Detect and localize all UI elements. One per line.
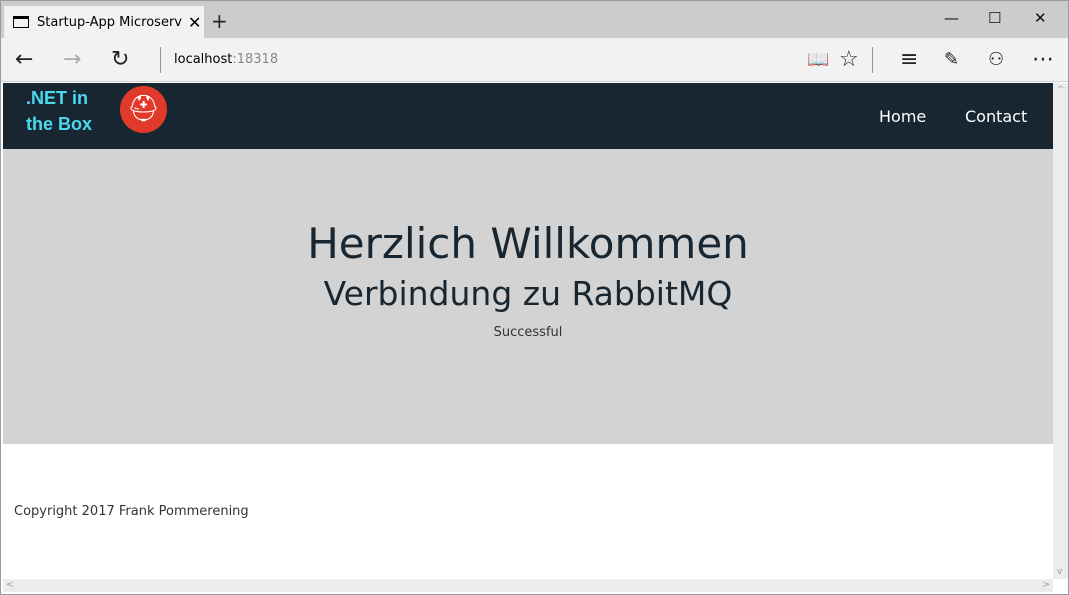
close-window-icon[interactable]: ✕ <box>1034 9 1047 27</box>
browser-window: Startup-App Microservices ✕ + — ☐ ✕ ← → … <box>0 0 1069 595</box>
refresh-icon[interactable]: ↻ <box>111 47 129 72</box>
page-icon <box>13 16 29 28</box>
horizontal-scrollbar[interactable]: < > <box>3 579 1053 592</box>
address-bar: ← → ↻ localhost:18318 📖 ☆ ≡ ✎ ⚇ ⋯ <box>1 38 1068 82</box>
site-navbar: .NET in the Box ⛑ Home Contact <box>3 83 1053 149</box>
vertical-scrollbar[interactable]: ^ v <box>1053 83 1068 579</box>
web-note-icon[interactable]: ✎ <box>944 49 959 70</box>
tab-bar: Startup-App Microservices ✕ + — ☐ ✕ <box>1 1 1068 38</box>
new-tab-icon[interactable]: + <box>211 9 228 33</box>
url-field[interactable]: localhost:18318 <box>174 52 278 67</box>
browser-tab[interactable]: Startup-App Microservices ✕ <box>4 6 204 38</box>
url-port: :18318 <box>232 52 279 67</box>
minimize-icon[interactable]: — <box>944 9 959 27</box>
tab-title: Startup-App Microservices <box>37 14 182 30</box>
divider <box>872 47 873 73</box>
hero-section: Herzlich Willkommen Verbindung zu Rabbit… <box>3 149 1053 444</box>
nav-home[interactable]: Home <box>879 107 926 126</box>
page-subtitle: Verbindung zu RabbitMQ <box>323 274 733 313</box>
brand-link[interactable]: .NET in the Box <box>26 85 106 137</box>
reading-view-icon[interactable]: 📖 <box>807 49 829 70</box>
back-icon[interactable]: ← <box>15 47 33 72</box>
nav-contact[interactable]: Contact <box>965 107 1027 126</box>
page-title: Herzlich Willkommen <box>307 219 749 268</box>
url-host: localhost <box>174 52 233 67</box>
maximize-icon[interactable]: ☐ <box>988 9 1001 27</box>
forward-icon[interactable]: → <box>63 47 81 72</box>
close-tab-icon[interactable]: ✕ <box>188 13 201 32</box>
favorite-star-icon[interactable]: ☆ <box>839 47 859 72</box>
spartan-helmet-logo-icon: ⛑ <box>120 86 167 133</box>
footer-copyright: Copyright 2017 Frank Pommerening <box>14 504 249 519</box>
hub-icon[interactable]: ≡ <box>900 47 918 72</box>
divider <box>160 47 161 73</box>
more-icon[interactable]: ⋯ <box>1032 47 1054 72</box>
connection-status: Successful <box>493 325 563 340</box>
share-icon[interactable]: ⚇ <box>988 49 1004 70</box>
